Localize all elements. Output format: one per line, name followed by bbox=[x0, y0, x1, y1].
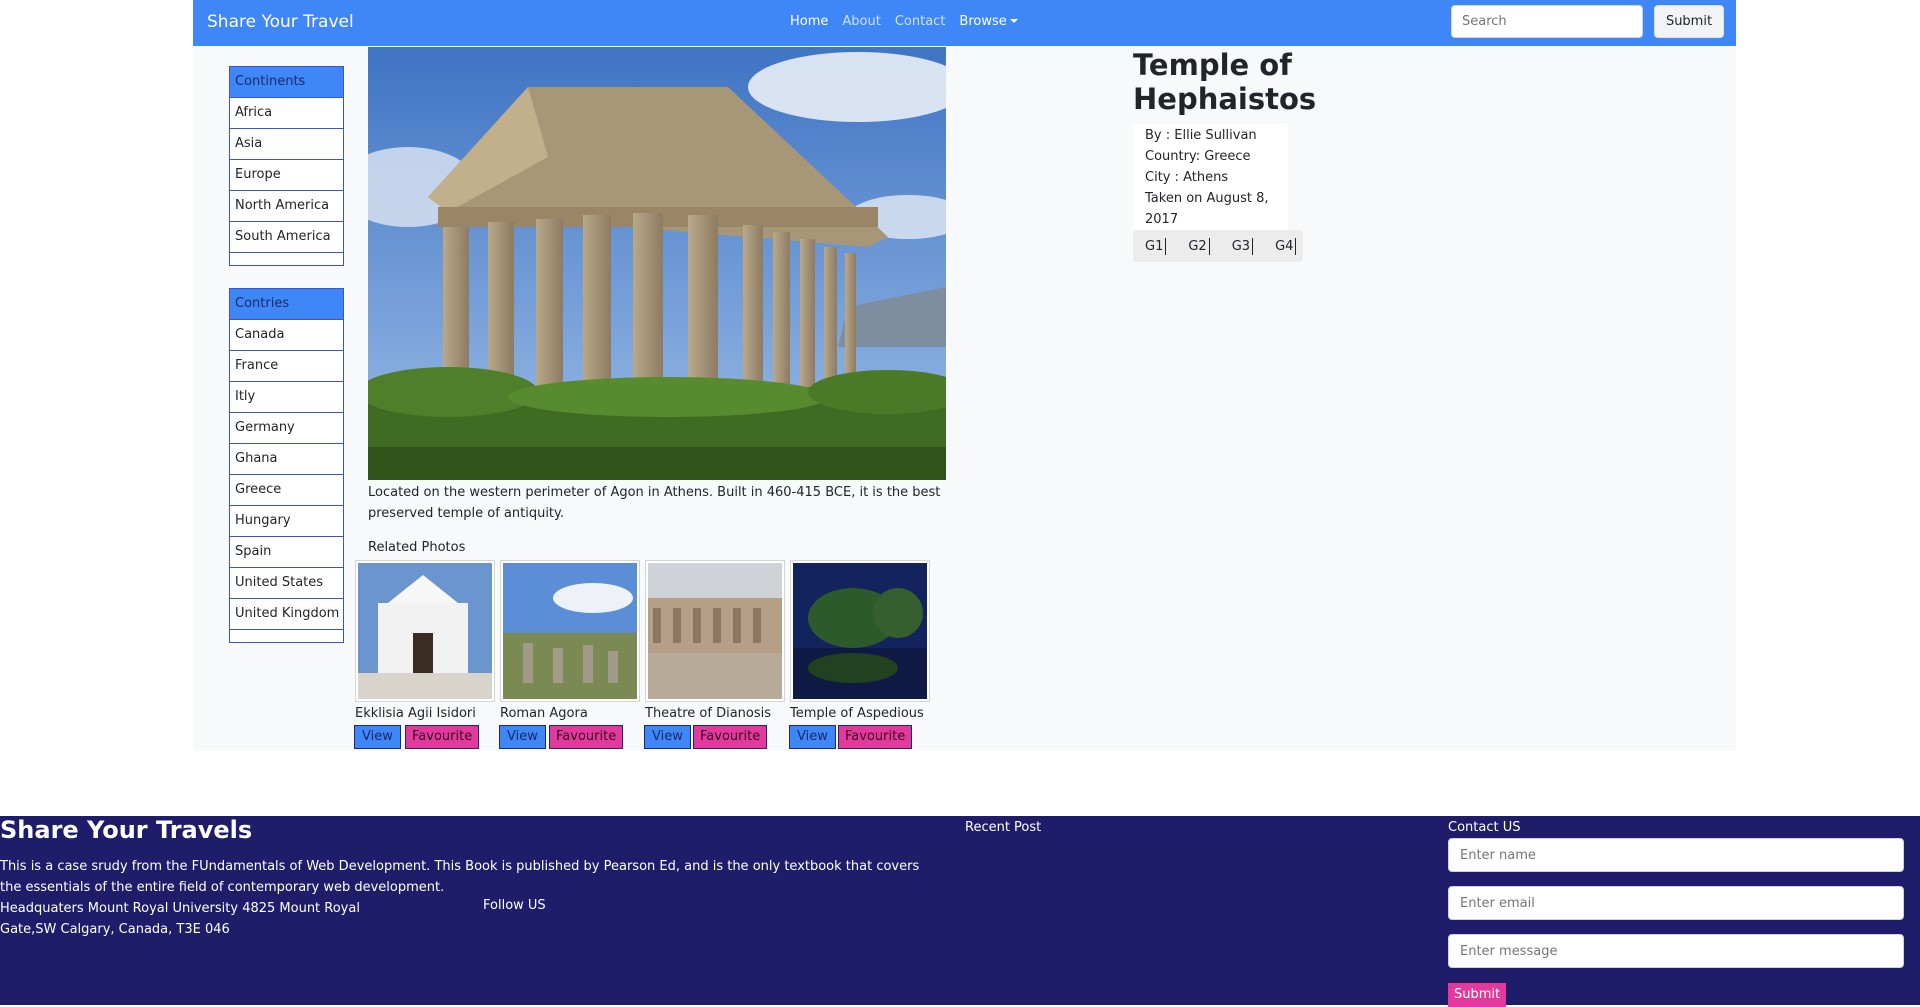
photo-title: Temple of Hephaistos bbox=[1133, 48, 1317, 116]
search-submit-button[interactable]: Submit bbox=[1654, 5, 1724, 38]
footer-address: Headquaters Mount Royal University 4825 … bbox=[0, 901, 360, 937]
country-item[interactable]: Greece bbox=[230, 475, 343, 506]
photo-date: Taken on August 8, 2017 bbox=[1145, 191, 1269, 227]
nav-links: Home About Contact Browse bbox=[790, 14, 1018, 29]
view-button-4[interactable]: View bbox=[789, 725, 836, 749]
countries-panel: Contries Canada France Itly Germany Ghan… bbox=[229, 288, 344, 643]
continent-item[interactable]: Europe bbox=[230, 160, 343, 191]
view-button-2[interactable]: View bbox=[499, 725, 546, 749]
related-thumb-3[interactable] bbox=[645, 560, 785, 702]
continent-item[interactable]: Africa bbox=[230, 98, 343, 129]
name-field[interactable] bbox=[1448, 838, 1904, 872]
message-field[interactable] bbox=[1448, 934, 1904, 968]
nav-home[interactable]: Home bbox=[790, 14, 828, 29]
navbar: Share Your Travel Home About Contact Bro… bbox=[193, 0, 1736, 46]
panel-spacer bbox=[230, 630, 343, 642]
related-title-1: Ekklisia Agii Isidori bbox=[355, 706, 476, 721]
main-photo bbox=[368, 47, 946, 480]
related-title-2: Roman Agora bbox=[500, 706, 588, 721]
footer-description: This is a case srudy from the FUndamenta… bbox=[0, 859, 920, 895]
footer-submit-button[interactable]: Submit bbox=[1448, 983, 1507, 1007]
related-thumb-4[interactable] bbox=[790, 560, 930, 702]
continent-item[interactable]: North America bbox=[230, 191, 343, 222]
country-item[interactable]: Germany bbox=[230, 413, 343, 444]
search-input[interactable] bbox=[1451, 5, 1643, 38]
photo-city: City : Athens bbox=[1145, 170, 1229, 185]
panel-spacer bbox=[230, 253, 343, 265]
email-field[interactable] bbox=[1448, 886, 1904, 920]
favourite-button-3[interactable]: Favourite bbox=[693, 725, 768, 749]
footer-contact-heading: Contact US bbox=[1448, 820, 1521, 835]
favourite-button-4[interactable]: Favourite bbox=[838, 725, 913, 749]
photo-title-text: Temple of Hephaistos bbox=[1133, 48, 1317, 116]
g3-button[interactable]: G3 bbox=[1232, 237, 1254, 255]
photo-description: Located on the western perimeter of Agon… bbox=[368, 485, 941, 521]
country-item[interactable]: Hungary bbox=[230, 506, 343, 537]
g2-button[interactable]: G2 bbox=[1188, 237, 1210, 255]
photo-author: By : Ellie Sullivan bbox=[1145, 128, 1257, 143]
nav-browse-label: Browse bbox=[959, 14, 1007, 29]
photo-country: Country: Greece bbox=[1145, 149, 1251, 164]
country-item[interactable]: United States bbox=[230, 568, 343, 599]
caret-down-icon bbox=[1009, 19, 1018, 23]
continents-heading: Continents bbox=[230, 67, 343, 98]
country-item[interactable]: Canada bbox=[230, 320, 343, 351]
related-thumb-2[interactable] bbox=[500, 560, 640, 702]
related-title-3: Theatre of Dianosis bbox=[645, 706, 772, 721]
photo-meta: By : Ellie Sullivan Country: Greece City… bbox=[1133, 124, 1288, 231]
favourite-button-2[interactable]: Favourite bbox=[549, 725, 624, 749]
footer-recent-post: Recent Post bbox=[965, 820, 1042, 835]
related-title-4: Temple of Aspedious bbox=[790, 706, 924, 721]
g4-button[interactable]: G4 bbox=[1275, 237, 1297, 255]
country-item[interactable]: France bbox=[230, 351, 343, 382]
continents-panel: Continents Africa Asia Europe North Amer… bbox=[229, 66, 344, 266]
footer-follow: Follow US bbox=[483, 898, 546, 913]
country-item[interactable]: Itly bbox=[230, 382, 343, 413]
view-button-1[interactable]: View bbox=[354, 725, 401, 749]
related-photos-heading: Related Photos bbox=[368, 540, 466, 555]
brand-logo[interactable]: Share Your Travel bbox=[207, 12, 354, 32]
footer: Share Your Travels This is a case srudy … bbox=[0, 816, 1920, 1007]
country-item[interactable]: Spain bbox=[230, 537, 343, 568]
g1-button[interactable]: G1 bbox=[1145, 237, 1167, 255]
nav-browse-dropdown[interactable]: Browse bbox=[959, 14, 1018, 29]
continent-item[interactable]: Asia bbox=[230, 129, 343, 160]
main-container: Share Your Travel Home About Contact Bro… bbox=[193, 0, 1736, 751]
continent-item[interactable]: South America bbox=[230, 222, 343, 253]
nav-about[interactable]: About bbox=[842, 14, 880, 29]
favourite-button-1[interactable]: Favourite bbox=[405, 725, 480, 749]
nav-contact[interactable]: Contact bbox=[895, 14, 946, 29]
countries-heading: Contries bbox=[230, 289, 343, 320]
g-button-bar: G1 G2 G3 G4 bbox=[1133, 230, 1303, 262]
related-thumb-1[interactable] bbox=[355, 560, 495, 702]
country-item[interactable]: Ghana bbox=[230, 444, 343, 475]
country-item[interactable]: United Kingdom bbox=[230, 599, 343, 630]
footer-title: Share Your Travels bbox=[0, 816, 253, 844]
view-button-3[interactable]: View bbox=[644, 725, 691, 749]
